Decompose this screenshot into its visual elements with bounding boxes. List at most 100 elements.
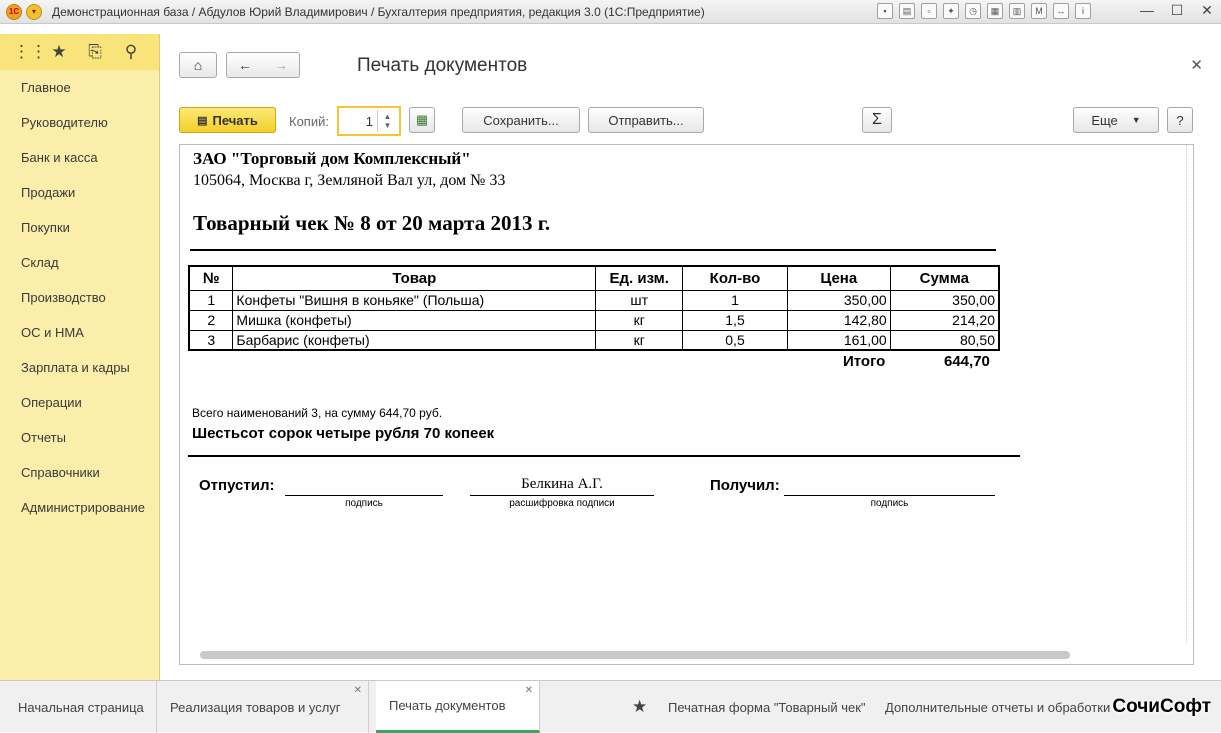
apps-grid-icon[interactable]: ⋮⋮: [13, 42, 47, 62]
cell-price: 142,80: [786, 309, 891, 331]
table-header-row: № Товар Ед. изм. Кол-во Цена Сумма: [188, 265, 1000, 291]
sidebar-item-catalogs[interactable]: Справочники: [0, 455, 159, 490]
page-title: Печать документов: [357, 55, 528, 76]
column-header: Товар: [232, 265, 597, 291]
received-signature-caption: подпись: [870, 498, 909, 509]
horizontal-scrollbar[interactable]: [200, 651, 1070, 659]
window-title: Демонстрационная база / Абдулов Юрий Вла…: [52, 4, 705, 19]
cell-product: Конфеты "Вишня в коньяке" (Польша): [232, 289, 597, 311]
table-row: 3 Барбарис (конфеты) кг 0,5 161,00 80,50: [188, 329, 1000, 351]
tab-print-documents[interactable]: Печать документов ✕: [376, 681, 540, 733]
sidebar-item-main[interactable]: Главное: [0, 70, 159, 105]
cell-sum: 214,20: [889, 309, 1000, 331]
sidebar-toolbar: ⋮⋮ ★ ⎘ ⚲: [0, 34, 159, 70]
cell-quantity: 1: [682, 289, 788, 311]
amount-in-words: Шестьсот сорок четыре рубля 70 копеек: [192, 425, 495, 442]
sidebar-item-production[interactable]: Производство: [0, 280, 159, 315]
cell-quantity: 0,5: [682, 329, 788, 351]
send-button[interactable]: Отправить...: [588, 107, 704, 133]
decoding-caption: расшифровка подписи: [509, 498, 615, 509]
calendar-icon[interactable]: ▥: [1009, 3, 1025, 19]
save-button[interactable]: Сохранить...: [462, 107, 580, 133]
vertical-scroll-guide: [1186, 145, 1187, 644]
sidebar-item-bank[interactable]: Банк и касса: [0, 140, 159, 175]
sidebar-item-warehouse[interactable]: Склад: [0, 245, 159, 280]
tab-label: Реализация товаров и услуг: [170, 699, 341, 715]
calculator-icon[interactable]: ▦: [987, 3, 1003, 19]
spin-icon[interactable]: ▲ ▼: [377, 110, 397, 132]
signature-caption: подпись: [345, 498, 383, 509]
sidebar-item-operations[interactable]: Операции: [0, 385, 159, 420]
close-form-icon[interactable]: ✕: [1190, 56, 1203, 74]
watermark-logo: СочиСофт: [1112, 696, 1211, 717]
cell-unit: шт: [595, 289, 684, 311]
sidebar-item-manager[interactable]: Руководителю: [0, 105, 159, 140]
cell-product: Мишка (конфеты): [232, 309, 597, 331]
print-settings-button[interactable]: ▦: [409, 107, 435, 133]
open-windows-bar: Начальная страница Реализация товаров и …: [0, 680, 1221, 733]
save-icon[interactable]: ▪: [877, 3, 893, 19]
spreadsheet-document[interactable]: ЗАО "Торговый дом Комплексный" 105064, М…: [179, 144, 1194, 665]
favorites-star-icon[interactable]: ★: [632, 681, 647, 733]
sidebar-item-payroll[interactable]: Зарплата и кадры: [0, 350, 159, 385]
copies-stepper[interactable]: 1 ▲ ▼: [337, 106, 401, 136]
table-row: 1 Конфеты "Вишня в коньяке" (Польша) шт …: [188, 289, 1000, 311]
cell-sum: 80,50: [889, 329, 1000, 351]
history-icon[interactable]: ◷: [965, 3, 981, 19]
app-logo-icon: 1С: [6, 3, 22, 20]
close-tab-icon[interactable]: ✕: [525, 685, 533, 696]
favorite-link-receipt[interactable]: Печатная форма "Товарный чек": [668, 681, 866, 733]
star-icon[interactable]: ★: [49, 42, 69, 62]
cell-product: Барбарис (конфеты): [232, 329, 597, 351]
tab-label: Начальная страница: [18, 699, 144, 715]
history-icon[interactable]: ⎘: [85, 42, 105, 62]
window-titlebar: 1С ▾ Демонстрационная база / Абдулов Юри…: [0, 0, 1221, 24]
print-icon[interactable]: ▤: [899, 3, 915, 19]
tab-home[interactable]: Начальная страница: [5, 681, 157, 733]
cell-number: 2: [188, 309, 234, 331]
maximize-icon[interactable]: ☐: [1169, 2, 1185, 19]
print-button[interactable]: ▤ Печать: [179, 107, 276, 133]
copies-value[interactable]: 1: [339, 114, 375, 129]
close-window-icon[interactable]: ✕: [1199, 2, 1215, 19]
memory-icon[interactable]: M: [1031, 3, 1047, 19]
favorite-link-reports[interactable]: Дополнительные отчеты и обработки: [885, 681, 1110, 733]
total-value: 644,70: [944, 353, 990, 370]
home-icon: ⌂: [193, 57, 203, 73]
sidebar-item-fixed-assets[interactable]: ОС и НМА: [0, 315, 159, 350]
column-header: Сумма: [889, 265, 1000, 291]
close-tab-icon[interactable]: ✕: [354, 685, 362, 696]
resize-icon[interactable]: ↔: [1053, 3, 1069, 19]
sidebar-item-purchases[interactable]: Покупки: [0, 210, 159, 245]
forward-arrow-icon[interactable]: →: [274, 57, 288, 73]
titlebar-toolbar: ▪ ▤ ▫ ✦ ◷ ▦ ▥ M ↔ i: [877, 3, 1091, 19]
column-header: №: [188, 265, 234, 291]
more-button[interactable]: Еще ▼: [1073, 107, 1159, 133]
chevron-down-icon: ▼: [1131, 115, 1141, 125]
tab-sales[interactable]: Реализация товаров и услуг ✕: [157, 681, 369, 733]
main-menu-icon[interactable]: ▾: [26, 3, 42, 20]
sections-sidebar: ⋮⋮ ★ ⎘ ⚲ Главное Руководителю Банк и кас…: [0, 34, 160, 680]
minimize-icon[interactable]: —: [1139, 2, 1155, 19]
organization-name: ЗАО "Торговый дом Комплексный": [193, 149, 471, 168]
print-documents-form: ⌂ ← → Печать документов ✕ ▤ Печать Копий…: [161, 34, 1221, 680]
back-arrow-icon[interactable]: ←: [238, 57, 252, 73]
sidebar-item-reports[interactable]: Отчеты: [0, 420, 159, 455]
tab-label: Печать документов: [389, 698, 506, 713]
favorites-icon[interactable]: ✦: [943, 3, 959, 19]
sidebar-item-sales[interactable]: Продажи: [0, 175, 159, 210]
preview-icon[interactable]: ▫: [921, 3, 937, 19]
items-table: № Товар Ед. изм. Кол-во Цена Сумма 1 Кон…: [188, 265, 1000, 351]
info-icon[interactable]: i: [1075, 3, 1091, 19]
table-settings-icon: ▦: [415, 112, 429, 127]
cell-price: 350,00: [786, 289, 891, 311]
sidebar-item-administration[interactable]: Администрирование: [0, 490, 159, 525]
cell-number: 1: [188, 289, 234, 311]
cell-unit: кг: [595, 309, 684, 331]
home-button[interactable]: ⌂: [179, 52, 217, 78]
search-icon[interactable]: ⚲: [121, 42, 141, 62]
cell-quantity: 1,5: [682, 309, 788, 331]
sum-button[interactable]: Σ: [862, 107, 892, 133]
column-header: Кол-во: [682, 265, 788, 291]
help-button[interactable]: ?: [1167, 107, 1193, 133]
